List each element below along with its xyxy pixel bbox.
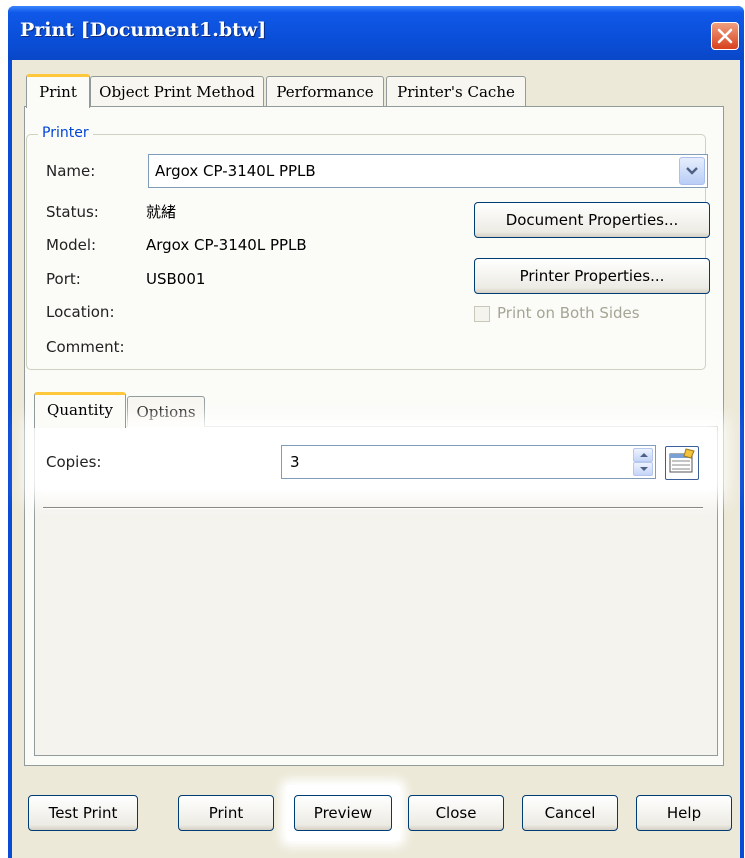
tab-performance-label: Performance [276,83,374,101]
copies-label: Copies: [46,453,102,471]
close-button[interactable]: Close [408,795,504,831]
copies-increment-button[interactable] [633,448,653,462]
model-label: Model: [46,236,97,254]
copies-value: 3 [290,453,300,471]
tab-printers-cache-label: Printer's Cache [397,83,515,101]
database-table-icon [669,448,695,473]
document-properties-label: Document Properties... [505,211,679,229]
cancel-label: Cancel [544,804,596,822]
location-label: Location: [46,303,115,321]
tab-quantity[interactable]: Quantity [34,392,126,428]
document-properties-button[interactable]: Document Properties... [474,202,710,238]
printer-properties-button[interactable]: Printer Properties... [474,258,710,294]
tab-quantity-label: Quantity [47,401,113,419]
port-value: USB001 [146,270,206,288]
chevron-down-icon [686,167,698,175]
close-label: Close [435,804,477,822]
preview-button[interactable]: Preview [294,795,392,831]
comment-label: Comment: [46,338,125,356]
status-value: 就緒 [146,203,177,221]
tab-print[interactable]: Print [26,74,90,108]
status-label: Status: [46,203,99,221]
tab-options-label: Options [136,403,196,421]
copies-data-source-button[interactable] [665,446,699,480]
quantity-separator [43,507,703,509]
test-print-label: Test Print [48,804,118,822]
close-x-icon [717,28,733,44]
tab-object-print-method[interactable]: Object Print Method [90,76,264,106]
tab-options[interactable]: Options [127,396,205,427]
cancel-button[interactable]: Cancel [522,795,618,831]
printer-name-dropdown-button[interactable] [679,157,705,185]
copies-spinner [633,448,653,476]
print-both-sides-label: Print on Both Sides [497,304,640,322]
model-value: Argox CP-3140L PPLB [146,236,307,254]
copies-decrement-button[interactable] [633,462,653,476]
test-print-button[interactable]: Test Print [28,795,138,831]
help-button[interactable]: Help [636,795,732,831]
preview-label: Preview [313,804,373,822]
spin-down-arrow-icon [640,467,648,471]
print-button[interactable]: Print [178,795,274,831]
printer-properties-label: Printer Properties... [519,267,665,285]
help-label: Help [666,804,702,822]
tab-print-label: Print [39,83,77,101]
tab-object-print-method-label: Object Print Method [99,83,255,101]
print-label: Print [208,804,244,822]
printer-name-select[interactable]: Argox CP-3140L PPLB [148,154,708,188]
title-bar[interactable]: Print [Document1.btw] [8,6,744,60]
close-window-button[interactable] [711,22,739,50]
copies-input[interactable]: 3 [281,445,656,479]
print-both-sides-checkbox[interactable] [474,306,490,322]
tab-performance[interactable]: Performance [266,76,384,106]
name-label: Name: [46,162,96,180]
port-label: Port: [46,270,81,288]
window-title: Print [Document1.btw] [20,19,267,41]
printer-name-value: Argox CP-3140L PPLB [155,162,316,180]
tab-printers-cache[interactable]: Printer's Cache [386,76,526,106]
spin-up-arrow-icon [640,453,648,457]
printer-group-label: Printer [38,125,93,141]
